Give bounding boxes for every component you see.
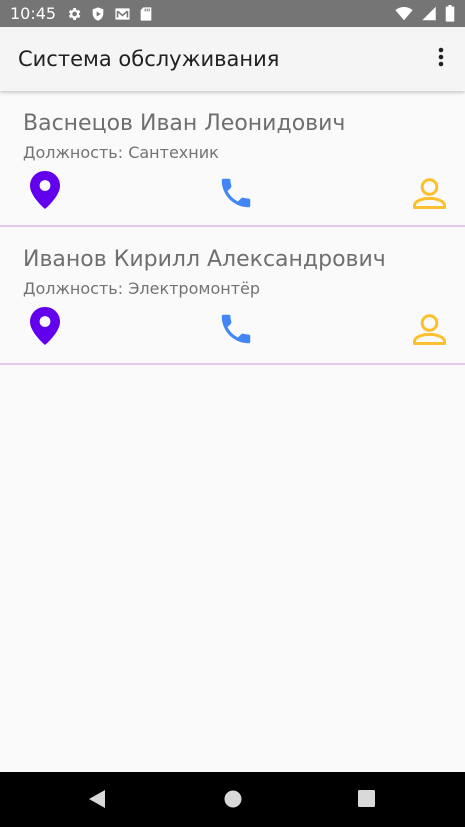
back-button[interactable]: [88, 789, 106, 814]
person-icon[interactable]: [412, 177, 447, 210]
recents-button[interactable]: [357, 789, 376, 813]
settings-icon: [66, 6, 82, 22]
employee-name: Иванов Кирилл Александрович: [23, 247, 386, 272]
status-time: 10:45: [10, 4, 57, 23]
list-item[interactable]: Васнецов Иван Леонидович Должность: Сант…: [0, 91, 465, 227]
gmail-icon: [114, 6, 131, 22]
home-icon: [223, 790, 243, 813]
phone-icon[interactable]: [216, 174, 256, 212]
employee-position: Должность: Сантехник: [23, 143, 219, 162]
home-button[interactable]: [223, 789, 243, 814]
location-pin-icon[interactable]: [29, 171, 61, 209]
location-pin-icon[interactable]: [29, 307, 61, 345]
overflow-menu-button[interactable]: [429, 47, 453, 71]
employee-name: Васнецов Иван Леонидович: [23, 111, 346, 136]
sd-card-icon: [139, 6, 153, 22]
status-icons-left: [66, 6, 153, 22]
battery-icon: [445, 5, 455, 22]
page-title: Система обслуживания: [18, 47, 280, 71]
status-bar: 10:45: [0, 0, 465, 27]
status-icons-right: [395, 5, 455, 22]
navigation-bar: [0, 772, 465, 827]
more-vert-icon: [438, 47, 444, 72]
employee-position: Должность: Электромонтёр: [23, 279, 261, 298]
signal-icon: [421, 6, 437, 21]
app-bar: Система обслуживания: [0, 27, 465, 91]
back-icon: [88, 790, 106, 813]
play-protect-icon: [90, 6, 106, 22]
phone-icon[interactable]: [216, 310, 256, 348]
list-item[interactable]: Иванов Кирилл Александрович Должность: Э…: [0, 227, 465, 365]
person-icon[interactable]: [412, 313, 447, 346]
recents-icon: [357, 790, 376, 812]
wifi-icon: [395, 6, 413, 21]
employee-list: Васнецов Иван Леонидович Должность: Сант…: [0, 91, 465, 365]
